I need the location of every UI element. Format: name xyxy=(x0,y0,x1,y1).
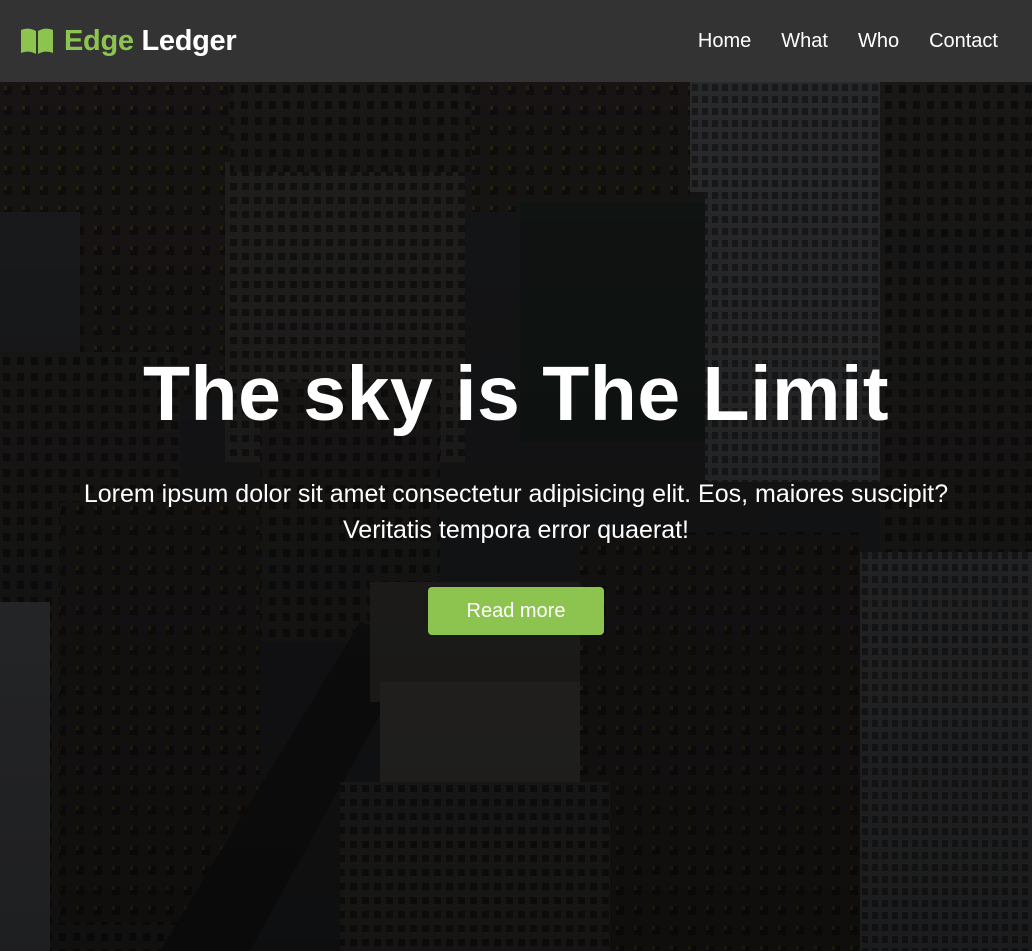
brand-name: Edge Ledger xyxy=(64,24,237,58)
nav-link-what[interactable]: What xyxy=(781,30,828,52)
hero-section: The sky is The Limit Lorem ipsum dolor s… xyxy=(0,82,1032,951)
nav-link-contact[interactable]: Contact xyxy=(929,30,998,52)
nav-menu: Home What Who Contact xyxy=(698,30,998,53)
nav-item-home: Home xyxy=(698,30,751,53)
hero-title: The sky is The Limit xyxy=(143,351,889,437)
nav-item-contact: Contact xyxy=(929,30,998,53)
brand-name-accent: Edge xyxy=(64,24,134,57)
nav-item-who: Who xyxy=(858,30,899,53)
navbar: Edge Ledger Home What Who Contact xyxy=(0,0,1032,82)
open-book-icon xyxy=(21,28,53,54)
nav-link-who[interactable]: Who xyxy=(858,30,899,52)
brand-name-rest: Ledger xyxy=(141,24,237,57)
nav-item-what: What xyxy=(781,30,828,53)
hero-content: The sky is The Limit Lorem ipsum dolor s… xyxy=(0,82,1032,951)
hero-description: Lorem ipsum dolor sit amet consectetur a… xyxy=(83,480,949,544)
nav-link-home[interactable]: Home xyxy=(698,30,751,52)
read-more-button[interactable]: Read more xyxy=(428,587,604,635)
brand-logo[interactable]: Edge Ledger xyxy=(20,24,237,58)
